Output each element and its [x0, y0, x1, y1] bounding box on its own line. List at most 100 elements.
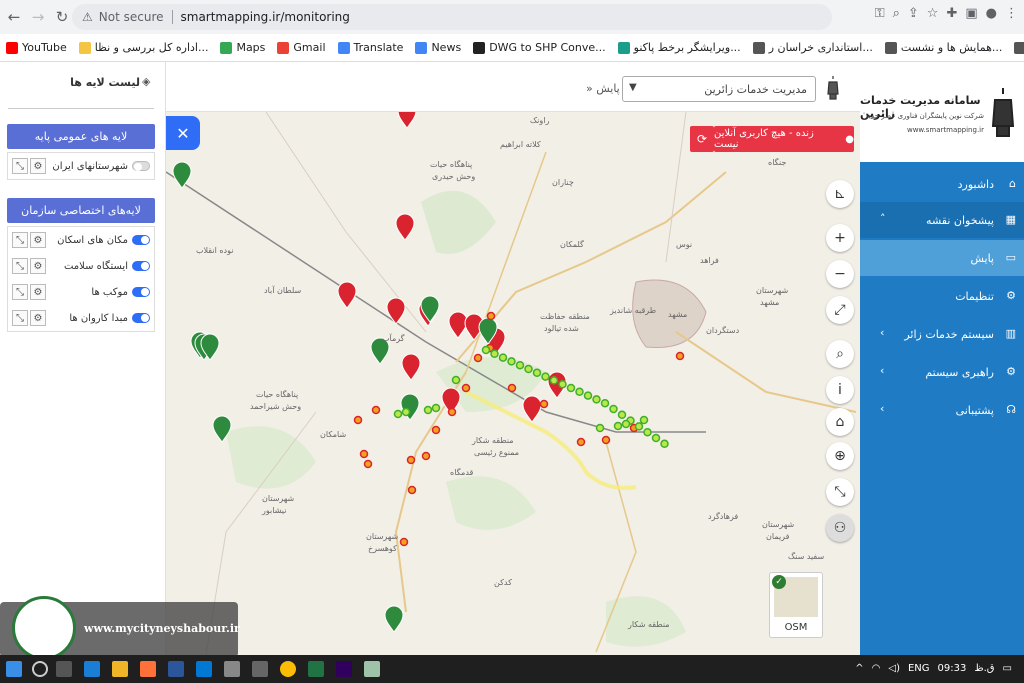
bookmark-item[interactable]: اداره کل بررسی و نظا...: [73, 41, 215, 54]
task-view-icon[interactable]: [56, 661, 72, 677]
search-icon[interactable]: ⌕: [826, 340, 854, 368]
sidebar-item[interactable]: راهبری سیستم ⚙ ‹: [860, 354, 1024, 390]
map-point-marker[interactable]: [583, 391, 593, 400]
map-point-marker[interactable]: [421, 451, 431, 461]
display-icon[interactable]: [196, 661, 212, 677]
sidebar-item[interactable]: تنظیمات ⚙: [860, 278, 1024, 314]
profile-icon[interactable]: ●: [986, 6, 997, 21]
extensions-icon[interactable]: ✚: [946, 6, 957, 21]
map-point-marker[interactable]: [431, 425, 441, 435]
wifi-icon[interactable]: ◠: [872, 663, 881, 674]
layer-toggle[interactable]: [132, 313, 150, 323]
zoom-to-layer-icon[interactable]: ⤡: [12, 258, 28, 274]
map-point-marker[interactable]: [595, 423, 605, 433]
close-layers-button[interactable]: ✕: [166, 116, 200, 150]
fullscreen-icon[interactable]: ⤢: [826, 296, 854, 324]
map-point-marker[interactable]: [507, 383, 517, 393]
bookmark-item[interactable]: Translate: [332, 41, 410, 54]
home-icon[interactable]: ⌂: [826, 408, 854, 436]
sidebar-item[interactable]: پیشخوان نقشه ▦ ˄: [860, 202, 1024, 238]
search-icon[interactable]: [32, 661, 48, 677]
zoom-to-layer-icon[interactable]: ⤡: [12, 310, 28, 326]
map-point-marker[interactable]: [473, 353, 483, 363]
map-point-marker[interactable]: [447, 407, 457, 417]
map-point-marker[interactable]: [371, 405, 381, 415]
map-point-marker[interactable]: [617, 410, 627, 420]
clock-time[interactable]: 09:33: [938, 663, 967, 674]
map-point-marker[interactable]: [558, 379, 567, 389]
map-point-marker[interactable]: [575, 387, 584, 397]
map-point-marker[interactable]: [639, 415, 649, 425]
windows-start-icon[interactable]: [6, 661, 22, 677]
zoom-extent-icon[interactable]: ⊕: [826, 442, 854, 470]
map-point-marker[interactable]: [600, 398, 610, 408]
map-point-marker[interactable]: [675, 351, 685, 361]
gear-icon[interactable]: ⚙: [30, 310, 46, 326]
star-icon[interactable]: ☆: [927, 6, 939, 21]
firefox-icon[interactable]: [140, 661, 156, 677]
calculator-icon[interactable]: [252, 661, 268, 677]
ruler-icon[interactable]: ⊾: [826, 180, 854, 208]
bookmark-item[interactable]: News: [409, 41, 467, 54]
map-point-marker[interactable]: [634, 422, 644, 431]
reload-icon[interactable]: ↻: [52, 7, 72, 27]
map-point-marker[interactable]: [532, 368, 542, 378]
map-point-marker[interactable]: [399, 537, 409, 547]
sidebar-item[interactable]: پشتیبانی ☊ ‹: [860, 392, 1024, 428]
gear-icon[interactable]: ⚙: [30, 158, 46, 174]
tray-chevron-icon[interactable]: ^: [855, 663, 863, 674]
map-point-marker[interactable]: [651, 433, 661, 443]
map-point-marker[interactable]: [566, 383, 576, 393]
back-icon[interactable]: ←: [4, 7, 24, 27]
bookmark-item[interactable]: همایش ها و نشست...: [879, 41, 1009, 54]
volume-icon[interactable]: ◁): [888, 663, 900, 674]
map-point-marker[interactable]: [353, 415, 363, 425]
bookmark-item[interactable]: DWG to SHP Conve...: [467, 41, 611, 54]
map-point-marker[interactable]: [401, 407, 411, 417]
streetview-icon[interactable]: ⚇: [826, 514, 854, 542]
map-point-marker[interactable]: [406, 455, 416, 465]
sidebar-item[interactable]: داشبورد ⌂: [860, 166, 1024, 202]
map-svg[interactable]: [166, 112, 860, 655]
menu-icon[interactable]: ⋮: [1005, 6, 1018, 21]
chrome-icon[interactable]: [280, 661, 296, 677]
language-indicator[interactable]: ENG: [908, 663, 930, 674]
gear-icon[interactable]: ⚙: [30, 284, 46, 300]
share-icon[interactable]: ⇪: [908, 6, 919, 21]
map-point-marker[interactable]: [451, 375, 461, 385]
gear-icon[interactable]: ⚙: [30, 258, 46, 274]
map-point-marker[interactable]: [481, 345, 491, 355]
map-point-marker[interactable]: [363, 459, 373, 469]
layer-toggle[interactable]: [132, 287, 150, 297]
map-point-marker[interactable]: [507, 357, 516, 366]
map-point-marker[interactable]: [609, 404, 618, 414]
key-icon[interactable]: ⚿: [875, 6, 885, 21]
map-canvas[interactable]: راونک کلاته ابراهیم جنگاه پناهگاه حیات وحش ح…: [166, 112, 860, 655]
explorer-icon[interactable]: [112, 661, 128, 677]
map-point-marker[interactable]: [643, 427, 652, 437]
breadcrumb[interactable]: » پایش: [586, 82, 620, 95]
bookmark-item[interactable]: ویرایشگر برخط پاکنو...: [612, 41, 747, 54]
basemap-switcher[interactable]: ✓ OSM: [769, 572, 823, 638]
zoom-to-layer-icon[interactable]: ⤡: [12, 158, 28, 174]
org-layers-group[interactable]: لایه‌های اختصاصی سازمان: [7, 198, 155, 223]
excel-icon[interactable]: [308, 661, 324, 677]
map-point-marker[interactable]: [539, 399, 549, 409]
map-point-marker[interactable]: [524, 364, 533, 374]
zoom-in-icon[interactable]: +: [826, 224, 854, 252]
map-point-marker[interactable]: [359, 449, 369, 459]
bookmark-item[interactable]: Gmail: [271, 41, 331, 54]
service-select[interactable]: ▼ مدیریت خدمات زائرین: [622, 76, 816, 102]
zoom-icon[interactable]: ⌕: [893, 6, 900, 21]
map-point-marker[interactable]: [613, 421, 623, 431]
layer-toggle[interactable]: [132, 261, 150, 271]
forward-icon[interactable]: →: [28, 7, 48, 27]
map-point-marker[interactable]: [423, 405, 433, 415]
map-point-marker[interactable]: [407, 485, 417, 495]
map-point-marker[interactable]: [549, 376, 559, 385]
layer-toggle[interactable]: [132, 235, 150, 245]
map-point-marker[interactable]: [431, 403, 441, 413]
zoom-to-layer-icon[interactable]: ⤡: [12, 232, 28, 248]
photoshop-icon[interactable]: [336, 661, 352, 677]
layer-toggle[interactable]: [132, 161, 150, 171]
